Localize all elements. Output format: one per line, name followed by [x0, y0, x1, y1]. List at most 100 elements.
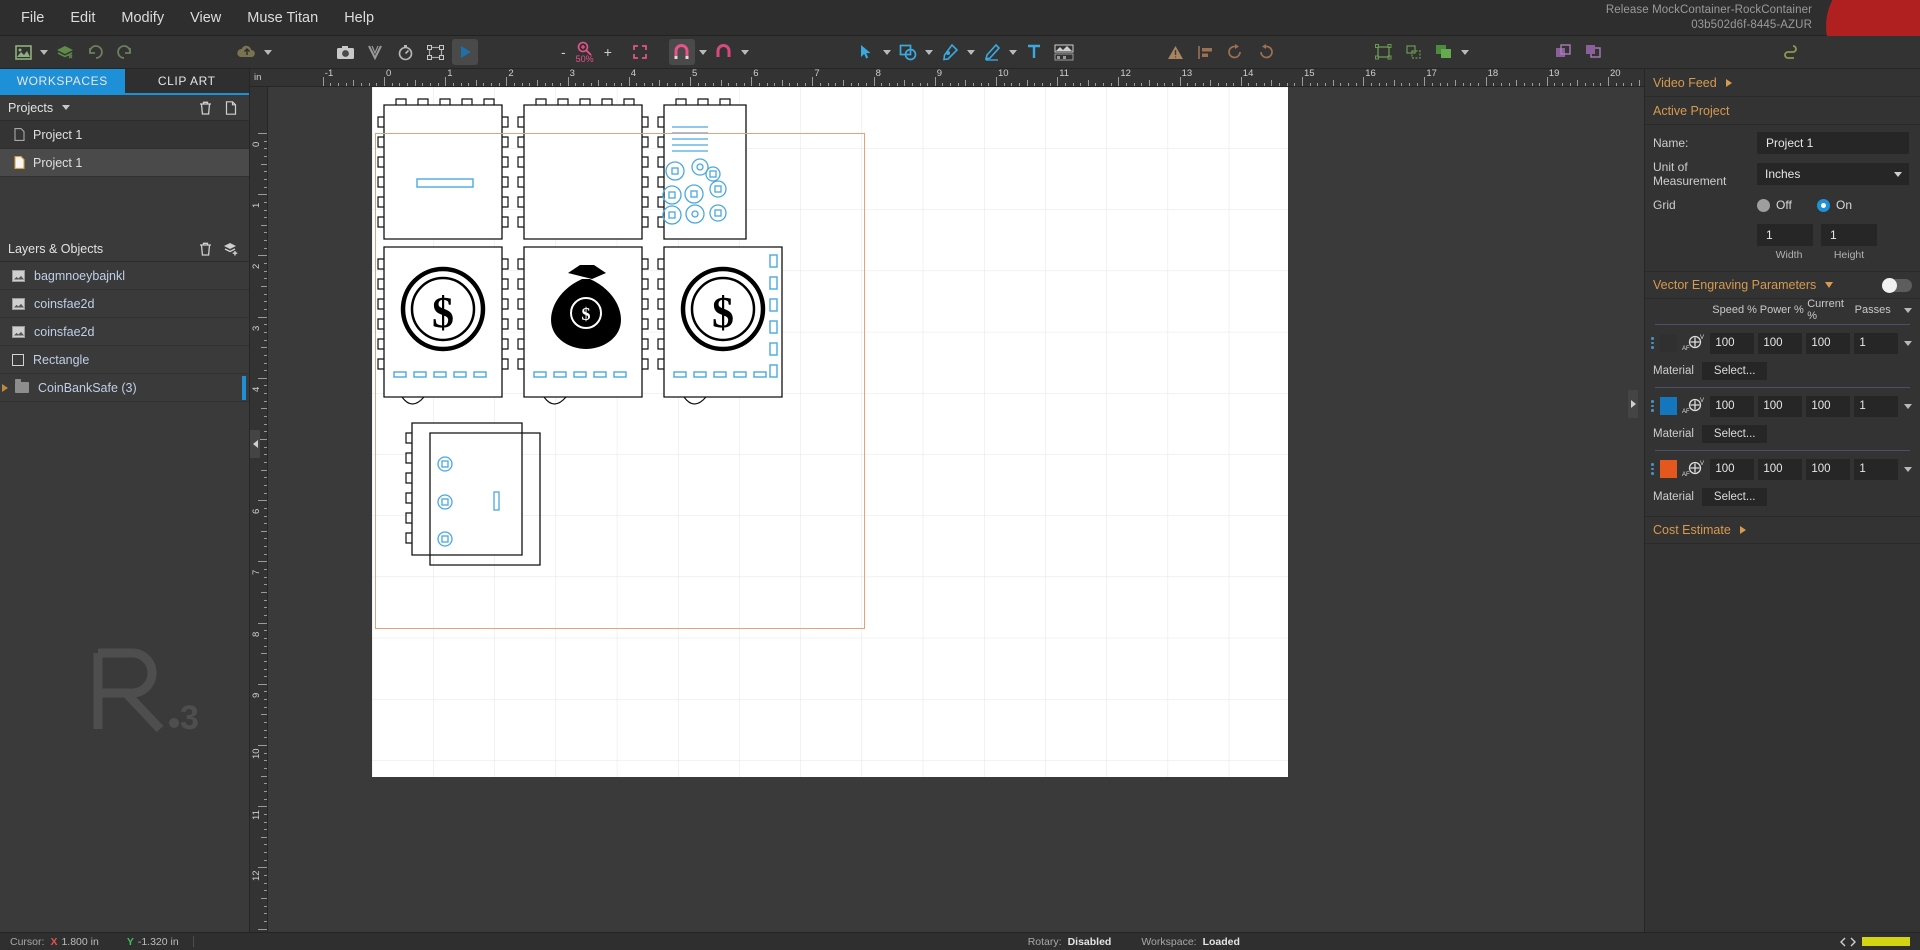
- menu-item-edit[interactable]: Edit: [57, 5, 108, 31]
- camera-icon[interactable]: [332, 39, 358, 65]
- autofocus-icon[interactable]: AF V: [1681, 333, 1706, 353]
- tab-clip-art[interactable]: CLIP ART: [124, 69, 249, 95]
- layer-item-0[interactable]: bagmnoeybajnkl: [0, 262, 249, 290]
- right-caret-icon[interactable]: [1725, 78, 1732, 87]
- current-input[interactable]: [1806, 395, 1851, 417]
- material-select-button[interactable]: Select...: [1701, 488, 1768, 506]
- layer-item-2[interactable]: coinsfae2d: [0, 318, 249, 346]
- cost-estimate-section[interactable]: Cost Estimate: [1645, 516, 1920, 544]
- power-input[interactable]: [1758, 395, 1803, 417]
- zoom-out-button[interactable]: -: [558, 44, 569, 60]
- speed-input[interactable]: [1710, 332, 1755, 354]
- menu-item-help[interactable]: Help: [331, 5, 387, 31]
- project-item-1[interactable]: Project 1: [0, 149, 249, 177]
- grid-height-input[interactable]: [1821, 224, 1877, 246]
- magnet-dropdown-caret[interactable]: [697, 39, 709, 65]
- boolean-icon[interactable]: [1431, 39, 1457, 65]
- arrange-front-icon[interactable]: [1551, 39, 1577, 65]
- material-select-button[interactable]: Select...: [1701, 425, 1768, 443]
- trace-image-icon[interactable]: [1051, 39, 1077, 65]
- layer-item-3[interactable]: Rectangle: [0, 346, 249, 374]
- current-input[interactable]: [1806, 332, 1851, 354]
- color-swatch[interactable]: [1659, 460, 1678, 478]
- left-panel-collapse-handle[interactable]: [250, 430, 260, 458]
- image-icon[interactable]: [10, 39, 36, 65]
- grid-on-radio[interactable]: On: [1817, 198, 1852, 212]
- marker-icon[interactable]: [979, 39, 1005, 65]
- select-arrow-icon[interactable]: [853, 39, 879, 65]
- play-icon[interactable]: [452, 39, 478, 65]
- grid-off-radio[interactable]: Off: [1757, 198, 1817, 212]
- row-menu-caret[interactable]: [1902, 456, 1914, 482]
- chevron-down-icon[interactable]: [62, 105, 71, 110]
- add-layer-icon[interactable]: [221, 239, 241, 259]
- link-icon[interactable]: [1779, 39, 1805, 65]
- magnet-icon[interactable]: [668, 39, 695, 65]
- align-icon[interactable]: [1193, 39, 1219, 65]
- select-dropdown-caret[interactable]: [881, 39, 893, 65]
- magnet-alt-caret[interactable]: [739, 39, 751, 65]
- right-panel-collapse-handle[interactable]: [1628, 390, 1638, 418]
- grid-width-input[interactable]: [1757, 224, 1813, 246]
- layer-item-4[interactable]: CoinBankSafe (3): [0, 374, 249, 402]
- rotate-cw-icon[interactable]: [1253, 39, 1279, 65]
- fit-to-screen-icon[interactable]: [627, 39, 653, 65]
- row-menu-caret[interactable]: [1902, 393, 1914, 419]
- marker-dropdown-caret[interactable]: [1007, 39, 1019, 65]
- menu-item-file[interactable]: File: [8, 5, 57, 31]
- text-icon[interactable]: [1021, 39, 1047, 65]
- material-select-button[interactable]: Select...: [1701, 362, 1768, 380]
- menu-item-muse-titan[interactable]: Muse Titan: [234, 5, 331, 31]
- canvas-area[interactable]: in -1 0 1 2 3 4 5 6 7 8 9 10 11 12 13 14 15 16 17 18 19 20 01…: [250, 69, 1644, 932]
- magnet-alt-icon[interactable]: [711, 39, 737, 65]
- trash-icon[interactable]: [195, 239, 215, 259]
- stopwatch-icon[interactable]: [392, 39, 418, 65]
- chevron-down-icon[interactable]: [1825, 282, 1834, 288]
- menu-item-modify[interactable]: Modify: [108, 5, 177, 31]
- cloud-upload-icon[interactable]: [234, 39, 260, 65]
- right-caret-icon[interactable]: [1739, 526, 1746, 534]
- passes-input[interactable]: [1854, 332, 1899, 354]
- row-menu-caret[interactable]: [1902, 330, 1914, 356]
- arrange-back-icon[interactable]: [1581, 39, 1607, 65]
- group-icon[interactable]: [1371, 39, 1397, 65]
- zoom-in-icon[interactable]: 50%: [576, 41, 594, 64]
- passes-input[interactable]: [1854, 395, 1899, 417]
- bounding-box-icon[interactable]: [422, 39, 448, 65]
- tab-workspaces[interactable]: WORKSPACES: [0, 69, 125, 95]
- drag-handle-icon[interactable]: [1651, 337, 1656, 349]
- pen-icon[interactable]: [937, 39, 963, 65]
- expand-caret-icon[interactable]: [2, 383, 8, 392]
- warning-icon[interactable]: [1163, 39, 1189, 65]
- autofocus-icon[interactable]: AF V: [1681, 396, 1706, 416]
- color-swatch[interactable]: [1659, 334, 1678, 352]
- shape-icon[interactable]: [895, 39, 921, 65]
- params-menu-caret[interactable]: [1902, 297, 1914, 323]
- pen-dropdown-caret[interactable]: [965, 39, 977, 65]
- layer-item-1[interactable]: coinsfae2d: [0, 290, 249, 318]
- redo-icon[interactable]: [112, 39, 138, 65]
- trash-icon[interactable]: [195, 98, 215, 118]
- shape-dropdown-caret[interactable]: [923, 39, 935, 65]
- ungroup-icon[interactable]: [1401, 39, 1427, 65]
- unit-select[interactable]: Inches: [1757, 163, 1909, 185]
- power-input[interactable]: [1758, 458, 1803, 480]
- new-file-icon[interactable]: [221, 98, 241, 118]
- speed-input[interactable]: [1710, 395, 1755, 417]
- project-name-input[interactable]: [1757, 132, 1909, 154]
- autofocus-icon[interactable]: AF V: [1681, 459, 1706, 479]
- drag-handle-icon[interactable]: [1651, 400, 1656, 412]
- color-swatch[interactable]: [1659, 397, 1678, 415]
- video-feed-section[interactable]: Video Feed: [1645, 69, 1920, 97]
- passes-input[interactable]: [1854, 458, 1899, 480]
- power-input[interactable]: [1758, 332, 1803, 354]
- rotate-ccw-icon[interactable]: [1223, 39, 1249, 65]
- zoom-in-button[interactable]: +: [601, 44, 615, 60]
- image-dropdown-caret[interactable]: [38, 39, 50, 65]
- boolean-dropdown-caret[interactable]: [1459, 39, 1471, 65]
- drag-handle-icon[interactable]: [1651, 463, 1656, 475]
- speed-input[interactable]: [1710, 458, 1755, 480]
- upload-dropdown-caret[interactable]: [262, 39, 274, 65]
- v-shape-icon[interactable]: [362, 39, 388, 65]
- project-item-0[interactable]: Project 1: [0, 121, 249, 149]
